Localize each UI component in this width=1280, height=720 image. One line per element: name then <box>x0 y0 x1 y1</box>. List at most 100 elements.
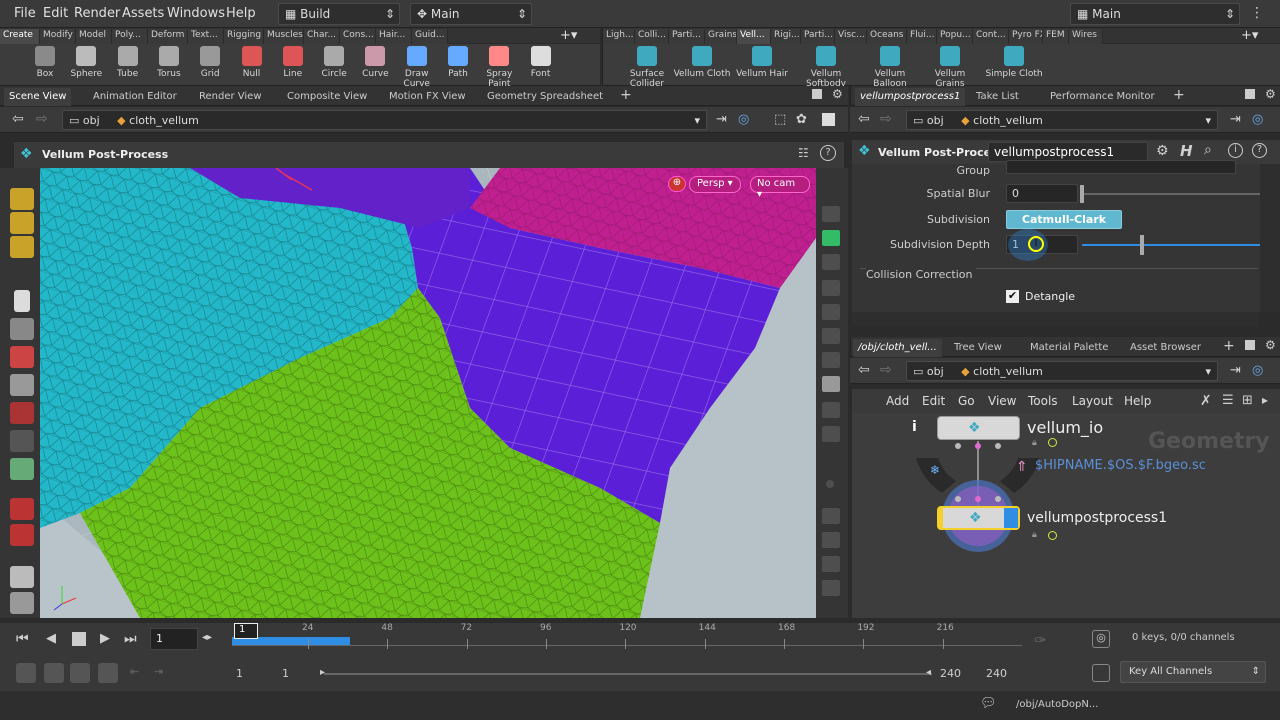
select-points-icon[interactable] <box>10 236 34 258</box>
point-icon[interactable] <box>826 480 834 488</box>
render-icon[interactable] <box>10 592 34 614</box>
snap-icon[interactable] <box>10 524 34 546</box>
tool-vellum-5[interactable]: Vellum Grains <box>919 46 981 89</box>
forward-arrow-icon[interactable]: ⇨ <box>880 362 892 378</box>
shelf-tab[interactable]: Popu... <box>937 29 973 44</box>
network-menu-add[interactable]: Add <box>886 394 909 408</box>
headlight-icon[interactable] <box>822 304 840 320</box>
tool-vellum-3[interactable]: Vellum Softbody <box>795 46 857 89</box>
select-geo-icon[interactable] <box>10 212 34 234</box>
tool-box[interactable]: Box <box>25 46 65 79</box>
maximize-icon[interactable] <box>1245 340 1255 350</box>
group-field[interactable] <box>1006 160 1236 174</box>
timeline-track[interactable]: 1 24 48 72 96 120 144 168 192 216 <box>232 623 1022 657</box>
back-arrow-icon[interactable]: ⇦ <box>12 111 24 127</box>
key-all-channels-button[interactable]: Key All Channels ⇕ <box>1120 661 1266 683</box>
vis-icon[interactable] <box>822 402 840 418</box>
tool-line[interactable]: Line <box>273 46 313 79</box>
ghost-icon[interactable] <box>822 230 840 246</box>
shelf-tab[interactable]: Oceans <box>867 29 907 44</box>
shelf-tab[interactable]: Parti... <box>669 29 705 44</box>
rotate-tool-icon[interactable] <box>10 402 34 424</box>
search-icon[interactable]: ⌕ <box>1204 142 1212 158</box>
menu-file[interactable]: File <box>14 6 36 21</box>
next-key-icon[interactable]: ⇥ <box>154 665 163 678</box>
network-menu-layout[interactable]: Layout <box>1072 394 1113 408</box>
range-start-playback[interactable]: 1 <box>282 667 289 680</box>
audio-icon[interactable] <box>44 663 64 683</box>
tool-draw-curve[interactable]: Draw Curve <box>397 46 437 89</box>
range-end-playback[interactable]: 240 <box>940 667 961 680</box>
network-menu-help[interactable]: Help <box>1124 394 1151 408</box>
shelf-tab[interactable]: Wires <box>1069 29 1103 44</box>
display-icon[interactable] <box>822 206 840 222</box>
shelf-tab[interactable]: Visc... <box>835 29 867 44</box>
range-end[interactable]: 240 <box>986 667 1007 680</box>
desktop-dropdown[interactable]: ▦ Build ⇕ <box>278 3 400 25</box>
bulb-icon[interactable] <box>822 328 840 344</box>
handle-icon[interactable] <box>10 346 34 368</box>
spatial-blur-field[interactable]: 0 <box>1006 184 1078 203</box>
add-tab-icon[interactable]: + <box>1173 87 1185 103</box>
maximize-icon[interactable] <box>1245 89 1255 99</box>
right-desktop-dropdown[interactable]: ▦ Main ⇕ <box>1070 3 1240 25</box>
tool-vellum-2[interactable]: Vellum Hair <box>731 46 793 79</box>
tab-tree-view[interactable]: Tree View <box>949 339 1007 357</box>
tag-icon[interactable] <box>822 580 840 596</box>
frame-field[interactable]: 1 <box>150 628 198 650</box>
realtime-icon[interactable] <box>16 663 36 683</box>
params-hscrollbar[interactable] <box>852 312 1258 326</box>
tool-spray-paint[interactable]: Spray Paint <box>479 46 519 89</box>
info-icon[interactable]: i <box>1228 143 1243 158</box>
shelf-tab[interactable]: Colli... <box>635 29 669 44</box>
edge-icon[interactable] <box>822 508 840 524</box>
gear-icon[interactable]: ⚙ <box>832 87 843 101</box>
info-icon[interactable]: i <box>912 419 917 435</box>
network-menu-edit[interactable]: Edit <box>922 394 945 408</box>
range-start[interactable]: 1 <box>236 667 243 680</box>
subdivision-menu[interactable]: Catmull-Clark <box>1006 210 1122 229</box>
arrow-select-icon[interactable] <box>14 290 30 312</box>
viewport[interactable]: ⊕ Persp ▾ No cam ▾ <box>40 168 816 618</box>
shelf-tab[interactable]: Create <box>0 29 40 44</box>
range-handle-right[interactable]: ◂ <box>926 667 931 678</box>
gear-icon[interactable]: ⚙ <box>1265 338 1276 352</box>
gear-icon[interactable]: ⚙ <box>1156 143 1169 159</box>
gear-icon[interactable]: ⚙ <box>1265 87 1276 101</box>
shelf-tab[interactable]: Hair... <box>376 29 412 44</box>
help-icon[interactable]: ? <box>820 145 836 161</box>
tool-font[interactable]: Font <box>521 46 561 79</box>
pin-icon[interactable]: ⇥ <box>716 112 727 127</box>
play-icon[interactable]: ▶ <box>100 631 110 646</box>
slider-handle[interactable] <box>1080 185 1084 203</box>
tab-asset-browser[interactable]: Asset Browser <box>1125 339 1206 357</box>
shelf-tab[interactable]: Guid... <box>412 29 448 44</box>
params-scrollbar[interactable] <box>1260 164 1280 312</box>
shelf-tab[interactable]: Deform <box>148 29 188 44</box>
network-path-field[interactable]: ▭ obj ◆ cloth_vellum ▾ <box>906 361 1218 381</box>
tab-scene-view[interactable]: Scene View <box>4 88 72 106</box>
maximize-icon[interactable] <box>812 89 822 99</box>
shelf-tab[interactable]: Char... <box>304 29 340 44</box>
menu-edit[interactable]: Edit <box>43 6 68 21</box>
spatial-blur-slider[interactable] <box>1084 193 1260 195</box>
stop-icon[interactable] <box>72 632 86 646</box>
chat-icon[interactable]: 💬︎ <box>980 696 997 711</box>
tool-vellum-1[interactable]: Vellum Cloth <box>671 46 733 79</box>
add-tab-icon[interactable]: + <box>1223 338 1235 354</box>
network-menu-go[interactable]: Go <box>958 394 975 408</box>
tool-vellum-0[interactable]: Surface Collider <box>616 46 678 89</box>
snapshot-icon[interactable] <box>822 376 840 392</box>
number-icon[interactable] <box>822 556 840 572</box>
tab-geometry-spreadsheet[interactable]: Geometry Spreadsheet <box>482 88 608 106</box>
export-icon[interactable]: ⇑ <box>1016 459 1028 475</box>
add-tab-icon[interactable]: + <box>620 87 632 103</box>
slider-handle[interactable] <box>1140 235 1144 255</box>
jump-start-icon[interactable]: ⏮ <box>16 631 29 647</box>
forward-arrow-icon[interactable]: ⇨ <box>36 111 48 127</box>
palette-icon[interactable]: ✿ <box>796 112 807 127</box>
tool-vellum-4[interactable]: Vellum Balloon <box>859 46 921 89</box>
tab-material-palette[interactable]: Material Palette <box>1025 339 1113 357</box>
tab-performance-monitor[interactable]: Performance Monitor <box>1045 88 1160 106</box>
tab-animation-editor[interactable]: Animation Editor <box>88 88 182 106</box>
